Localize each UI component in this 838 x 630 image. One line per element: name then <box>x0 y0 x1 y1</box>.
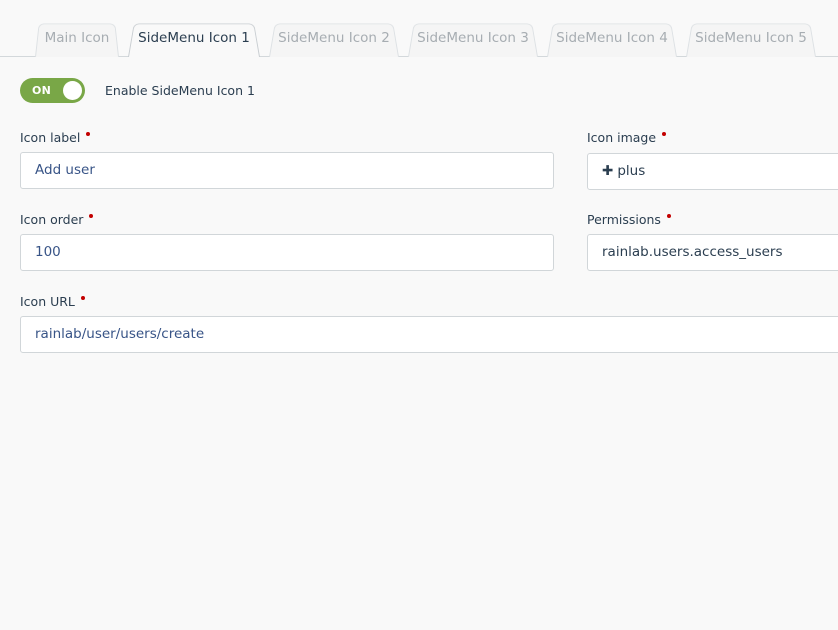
toggle-label: Enable SideMenu Icon 1 <box>105 83 255 98</box>
required-marker <box>80 296 85 300</box>
tab-label: SideMenu Icon 5 <box>695 30 807 46</box>
icon-label-input[interactable]: Add user <box>20 152 554 189</box>
icon-image-label: Icon image <box>587 130 667 145</box>
tab-label: Main Icon <box>44 30 110 46</box>
tab-sidemenu-icon-4[interactable]: SideMenu Icon 4 <box>537 20 687 57</box>
icon-url-value: rainlab/user/users/create <box>35 326 205 342</box>
icon-order-input[interactable]: 100 <box>20 234 554 271</box>
tab-main-icon[interactable]: Main Icon <box>25 20 129 57</box>
icon-label-label: Icon label <box>20 130 91 145</box>
tab-sidemenu-icon-2[interactable]: SideMenu Icon 2 <box>259 20 409 57</box>
required-marker <box>666 214 671 218</box>
permissions-value: rainlab.users.access_users <box>602 244 783 260</box>
field-label-text: Icon URL <box>20 294 75 309</box>
tab-bar: Main Icon SideMenu Icon 1 SideMenu Icon … <box>0 0 838 58</box>
icon-label-value: Add user <box>35 162 95 178</box>
icon-url-label: Icon URL <box>20 294 85 309</box>
field-label-text: Icon label <box>20 130 81 145</box>
required-marker <box>89 214 94 218</box>
tab-label: SideMenu Icon 4 <box>556 30 668 46</box>
toggle-state-label: ON <box>32 84 52 97</box>
field-label-text: Icon order <box>20 212 84 227</box>
required-marker <box>662 132 667 136</box>
plus-icon: ✚ <box>602 163 614 179</box>
permissions-label: Permissions <box>587 212 671 227</box>
toggle-knob <box>63 81 82 100</box>
permissions-select[interactable]: rainlab.users.access_users <box>587 234 838 271</box>
tab-label: SideMenu Icon 2 <box>278 30 390 46</box>
tab-sidemenu-icon-5[interactable]: SideMenu Icon 5 <box>676 20 826 57</box>
field-label-text: Permissions <box>587 212 661 227</box>
tab-label: SideMenu Icon 3 <box>417 30 529 46</box>
tab-label: SideMenu Icon 1 <box>138 30 250 46</box>
icon-order-value: 100 <box>35 244 61 260</box>
required-marker <box>86 132 91 136</box>
enable-sidemenu-toggle[interactable]: ON <box>20 78 85 103</box>
icon-image-value: plus <box>617 163 646 179</box>
icon-url-input[interactable]: rainlab/user/users/create <box>20 316 838 353</box>
tab-sidemenu-icon-1[interactable]: SideMenu Icon 1 <box>118 20 270 58</box>
icon-order-label: Icon order <box>20 212 94 227</box>
enable-toggle-row: ON Enable SideMenu Icon 1 <box>20 78 255 103</box>
field-label-text: Icon image <box>587 130 657 145</box>
tab-sidemenu-icon-3[interactable]: SideMenu Icon 3 <box>398 20 548 57</box>
icon-image-select[interactable]: ✚ plus <box>587 153 838 190</box>
form-page: Main Icon SideMenu Icon 1 SideMenu Icon … <box>0 0 838 630</box>
